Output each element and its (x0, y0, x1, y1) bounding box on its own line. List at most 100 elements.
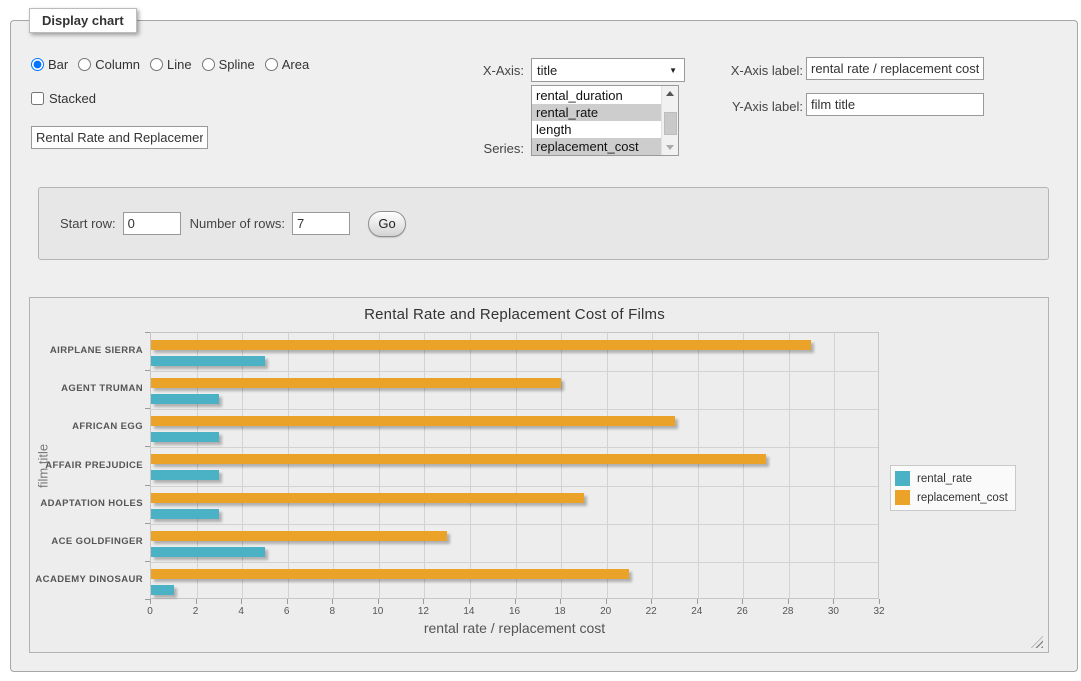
legend-item-replacement_cost: replacement_cost (895, 488, 1008, 507)
series-option-length[interactable]: length (532, 121, 661, 138)
y-axis-label-input[interactable] (806, 93, 984, 116)
gridline (470, 333, 471, 598)
chart-type-option-area: Area (265, 57, 309, 72)
start-row-input[interactable] (123, 212, 181, 235)
chart-type-radio-label: Area (282, 57, 309, 72)
bar-replacement_cost (151, 569, 629, 579)
number-of-rows-input[interactable] (292, 212, 350, 235)
x-tick-mark (515, 599, 516, 604)
series-option-rental_rate[interactable]: rental_rate (532, 104, 661, 121)
gridline (698, 333, 699, 598)
x-axis-label-label: X-Axis label: (683, 63, 803, 78)
bar-replacement_cost (151, 378, 561, 388)
stacked-row: Stacked (31, 91, 96, 106)
x-tick-mark (150, 599, 151, 604)
x-tick-mark (697, 599, 698, 604)
bar-rental_rate (151, 585, 174, 595)
chart-type-radio-group: BarColumnLineSplineArea (31, 57, 319, 72)
bar-rental_rate (151, 356, 265, 366)
fieldset-legend: Display chart (29, 8, 137, 33)
gridline (333, 333, 334, 598)
x-tick-label: 8 (329, 606, 335, 617)
stacked-checkbox[interactable] (31, 92, 44, 105)
bar-replacement_cost (151, 416, 675, 426)
bar-replacement_cost (151, 454, 766, 464)
chart-type-option-spline: Spline (202, 57, 255, 72)
y-axis-label-label: Y-Axis label: (683, 99, 803, 114)
chart-type-radio-label: Spline (219, 57, 255, 72)
category-label: ACADEMY DINOSAUR (30, 574, 143, 585)
x-tick-label: 12 (418, 606, 429, 617)
start-row-label: Start row: (60, 216, 116, 231)
legend-swatch (895, 471, 910, 486)
bar-replacement_cost (151, 493, 584, 503)
gridline (561, 333, 562, 598)
x-tick-mark (560, 599, 561, 604)
x-tick-mark (606, 599, 607, 604)
x-axis-select-value: title (537, 63, 557, 78)
x-tick-label: 10 (372, 606, 383, 617)
gridline (516, 333, 517, 598)
series-option-rental_duration[interactable]: rental_duration (532, 87, 661, 104)
y-tick-mark (145, 446, 150, 447)
gridline (197, 333, 198, 598)
stacked-label: Stacked (49, 91, 96, 106)
chart-type-radio-bar[interactable] (31, 58, 44, 71)
listbox-scrollbar[interactable] (661, 86, 678, 155)
x-axis-label-input[interactable] (806, 57, 984, 80)
y-tick-mark (145, 408, 150, 409)
chart-type-radio-spline[interactable] (202, 58, 215, 71)
chart-type-radio-column[interactable] (78, 58, 91, 71)
x-tick-mark (788, 599, 789, 604)
gridline (743, 333, 744, 598)
gridline (151, 409, 878, 410)
scroll-down-icon[interactable] (662, 140, 678, 155)
resize-handle-icon[interactable] (1031, 636, 1043, 648)
gridline (834, 333, 835, 598)
x-tick-mark (469, 599, 470, 604)
series-option-replacement_cost[interactable]: replacement_cost (532, 138, 661, 155)
x-tick-label: 16 (509, 606, 520, 617)
chart-type-radio-label: Line (167, 57, 192, 72)
chart-type-radio-area[interactable] (265, 58, 278, 71)
scroll-up-icon[interactable] (662, 86, 678, 101)
x-tick-label: 30 (828, 606, 839, 617)
bar-rental_rate (151, 432, 219, 442)
row-controls-panel: Start row: Number of rows: Go (38, 187, 1049, 260)
bar-replacement_cost (151, 531, 447, 541)
y-tick-mark (145, 561, 150, 562)
y-tick-mark (145, 370, 150, 371)
bar-rental_rate (151, 547, 265, 557)
chart-type-radio-line[interactable] (150, 58, 163, 71)
x-tick-mark (651, 599, 652, 604)
y-tick-mark (145, 599, 150, 600)
gridline (151, 524, 878, 525)
x-tick-mark (742, 599, 743, 604)
plot-area (150, 332, 879, 599)
gridline (789, 333, 790, 598)
chart-legend: rental_ratereplacement_cost (890, 465, 1016, 511)
go-button[interactable]: Go (368, 211, 406, 237)
chart-x-axis-title: rental rate / replacement cost (150, 620, 879, 636)
x-tick-label: 22 (646, 606, 657, 617)
gridline (607, 333, 608, 598)
gridline (151, 371, 878, 372)
x-tick-label: 26 (737, 606, 748, 617)
bar-rental_rate (151, 509, 219, 519)
chart-title-input[interactable] (31, 126, 208, 149)
gridline (379, 333, 380, 598)
x-tick-label: 2 (193, 606, 199, 617)
x-axis-select[interactable]: title ▼ (531, 58, 685, 82)
category-label: AIRPLANE SIERRA (30, 345, 143, 356)
series-listbox[interactable]: rental_durationrental_ratelengthreplacem… (531, 85, 679, 156)
x-tick-mark (196, 599, 197, 604)
scrollbar-thumb[interactable] (664, 112, 677, 135)
x-tick-mark (378, 599, 379, 604)
legend-swatch (895, 490, 910, 505)
gridline (288, 333, 289, 598)
series-listbox-options: rental_durationrental_ratelengthreplacem… (532, 87, 661, 155)
gridline (652, 333, 653, 598)
x-tick-mark (423, 599, 424, 604)
legend-item-rental_rate: rental_rate (895, 469, 1008, 488)
chart-title: Rental Rate and Replacement Cost of Film… (150, 306, 879, 323)
